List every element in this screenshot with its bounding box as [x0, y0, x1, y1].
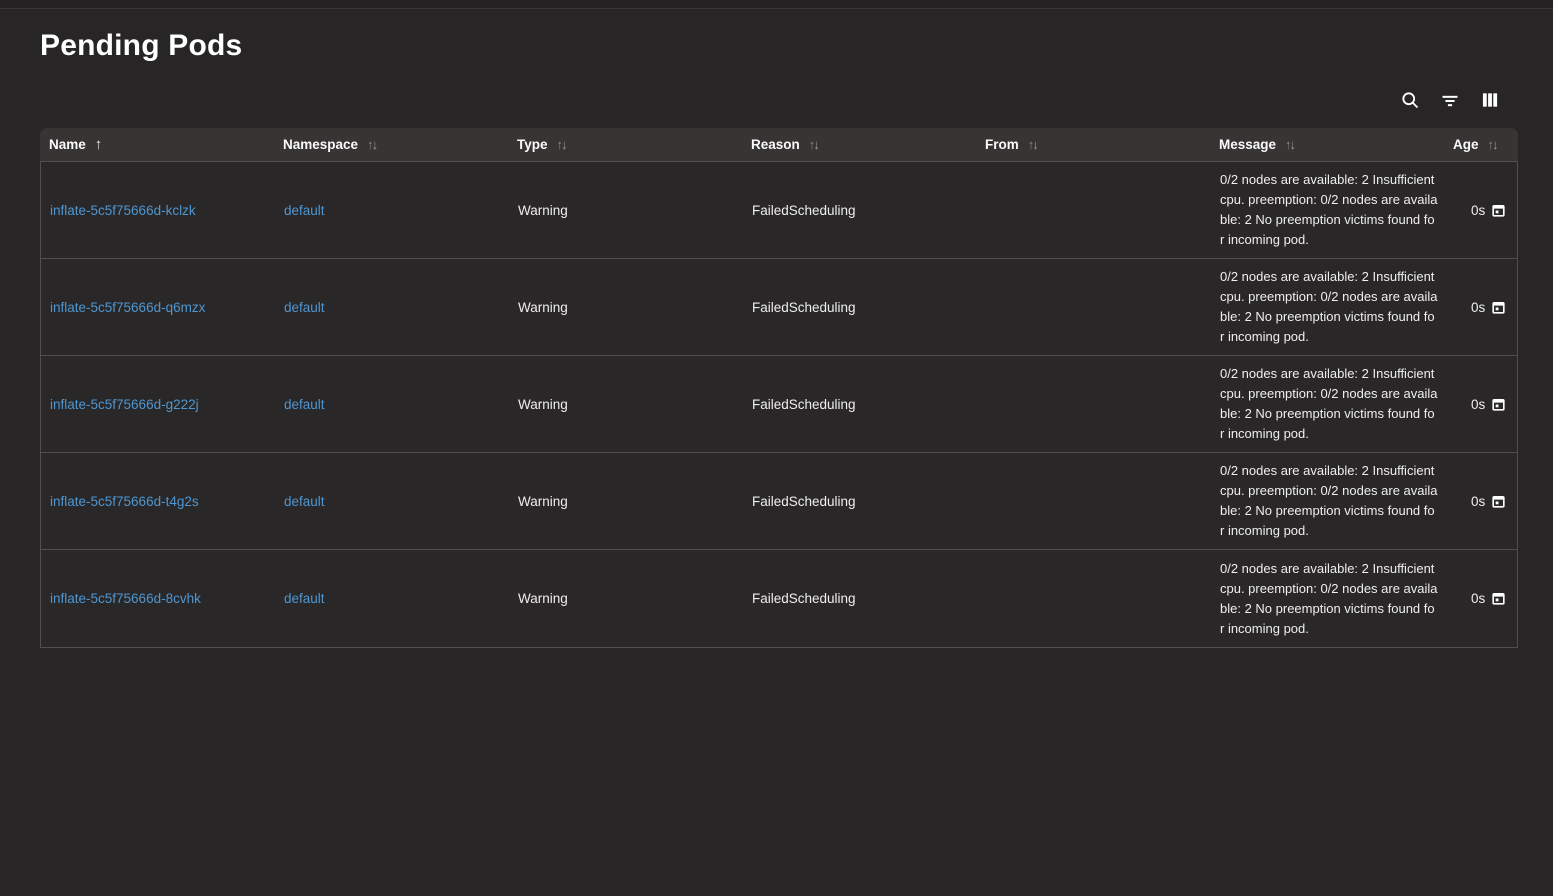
type-cell: Warning	[518, 591, 568, 606]
sort-ascending-icon: ↑	[95, 136, 103, 153]
age-value: 0s	[1471, 300, 1485, 315]
pod-name-link[interactable]: inflate-5c5f75666d-q6mzx	[50, 300, 205, 315]
namespace-link[interactable]: default	[284, 591, 325, 606]
type-cell: Warning	[518, 494, 568, 509]
column-label: Type	[517, 137, 548, 152]
table-row: inflate-5c5f75666d-kclzk default Warning…	[41, 162, 1517, 259]
sort-icon: ↑↓	[557, 137, 566, 152]
type-cell: Warning	[518, 397, 568, 412]
window-top-bar	[0, 0, 1553, 9]
column-header-type[interactable]: Type ↑↓	[508, 128, 742, 161]
age-value: 0s	[1471, 591, 1485, 606]
column-header-reason[interactable]: Reason ↑↓	[742, 128, 976, 161]
reason-cell: FailedScheduling	[752, 494, 856, 509]
namespace-link[interactable]: default	[284, 203, 325, 218]
table-toolbar	[40, 85, 1518, 115]
sort-icon: ↑↓	[809, 137, 818, 152]
calendar-icon	[1491, 397, 1506, 412]
search-icon	[1400, 90, 1420, 110]
reason-cell: FailedScheduling	[752, 300, 856, 315]
reason-cell: FailedScheduling	[752, 591, 856, 606]
calendar-icon	[1491, 591, 1506, 606]
column-label: Name	[49, 137, 86, 152]
column-label: From	[985, 137, 1019, 152]
table-row: inflate-5c5f75666d-8cvhk default Warning…	[41, 550, 1517, 647]
pending-pods-table: Name ↑ Namespace ↑↓ Type ↑↓ Reason ↑↓ Fr…	[40, 128, 1518, 648]
column-header-namespace[interactable]: Namespace ↑↓	[274, 128, 508, 161]
reason-cell: FailedScheduling	[752, 397, 856, 412]
pod-name-link[interactable]: inflate-5c5f75666d-8cvhk	[50, 591, 201, 606]
age-value: 0s	[1471, 397, 1485, 412]
manage-columns-button[interactable]	[1476, 86, 1504, 114]
column-header-age[interactable]: Age ↑↓	[1444, 128, 1518, 161]
calendar-icon	[1491, 203, 1506, 218]
table-header-row: Name ↑ Namespace ↑↓ Type ↑↓ Reason ↑↓ Fr…	[40, 128, 1518, 161]
search-button[interactable]	[1396, 86, 1424, 114]
column-label: Message	[1219, 137, 1276, 152]
column-header-message[interactable]: Message ↑↓	[1210, 128, 1444, 161]
sort-icon: ↑↓	[1028, 137, 1037, 152]
type-cell: Warning	[518, 300, 568, 315]
table-row: inflate-5c5f75666d-q6mzx default Warning…	[41, 259, 1517, 356]
pod-name-link[interactable]: inflate-5c5f75666d-t4g2s	[50, 494, 199, 509]
sort-icon: ↑↓	[1285, 137, 1294, 152]
pod-name-link[interactable]: inflate-5c5f75666d-kclzk	[50, 203, 196, 218]
pod-name-link[interactable]: inflate-5c5f75666d-g222j	[50, 397, 199, 412]
message-cell: 0/2 nodes are available: 2 Insufficient …	[1220, 267, 1438, 347]
message-cell: 0/2 nodes are available: 2 Insufficient …	[1220, 170, 1438, 250]
type-cell: Warning	[518, 203, 568, 218]
column-label: Age	[1453, 137, 1479, 152]
sort-icon: ↑↓	[367, 137, 376, 152]
filter-icon	[1440, 90, 1460, 110]
table-row: inflate-5c5f75666d-t4g2s default Warning…	[41, 453, 1517, 550]
column-header-from[interactable]: From ↑↓	[976, 128, 1210, 161]
sort-icon: ↑↓	[1488, 137, 1497, 152]
manage-columns-icon	[1480, 90, 1500, 110]
namespace-link[interactable]: default	[284, 300, 325, 315]
age-value: 0s	[1471, 203, 1485, 218]
calendar-icon	[1491, 300, 1506, 315]
message-cell: 0/2 nodes are available: 2 Insufficient …	[1220, 559, 1438, 639]
table-body: inflate-5c5f75666d-kclzk default Warning…	[40, 161, 1518, 648]
table-row: inflate-5c5f75666d-g222j default Warning…	[41, 356, 1517, 453]
column-header-name[interactable]: Name ↑	[40, 128, 274, 161]
message-cell: 0/2 nodes are available: 2 Insufficient …	[1220, 461, 1438, 541]
namespace-link[interactable]: default	[284, 494, 325, 509]
age-value: 0s	[1471, 494, 1485, 509]
message-cell: 0/2 nodes are available: 2 Insufficient …	[1220, 364, 1438, 444]
column-label: Namespace	[283, 137, 358, 152]
calendar-icon	[1491, 494, 1506, 509]
pending-pods-page: Pending Pods	[0, 9, 1553, 648]
filter-button[interactable]	[1436, 86, 1464, 114]
column-label: Reason	[751, 137, 800, 152]
reason-cell: FailedScheduling	[752, 203, 856, 218]
namespace-link[interactable]: default	[284, 397, 325, 412]
page-title: Pending Pods	[40, 9, 1518, 63]
